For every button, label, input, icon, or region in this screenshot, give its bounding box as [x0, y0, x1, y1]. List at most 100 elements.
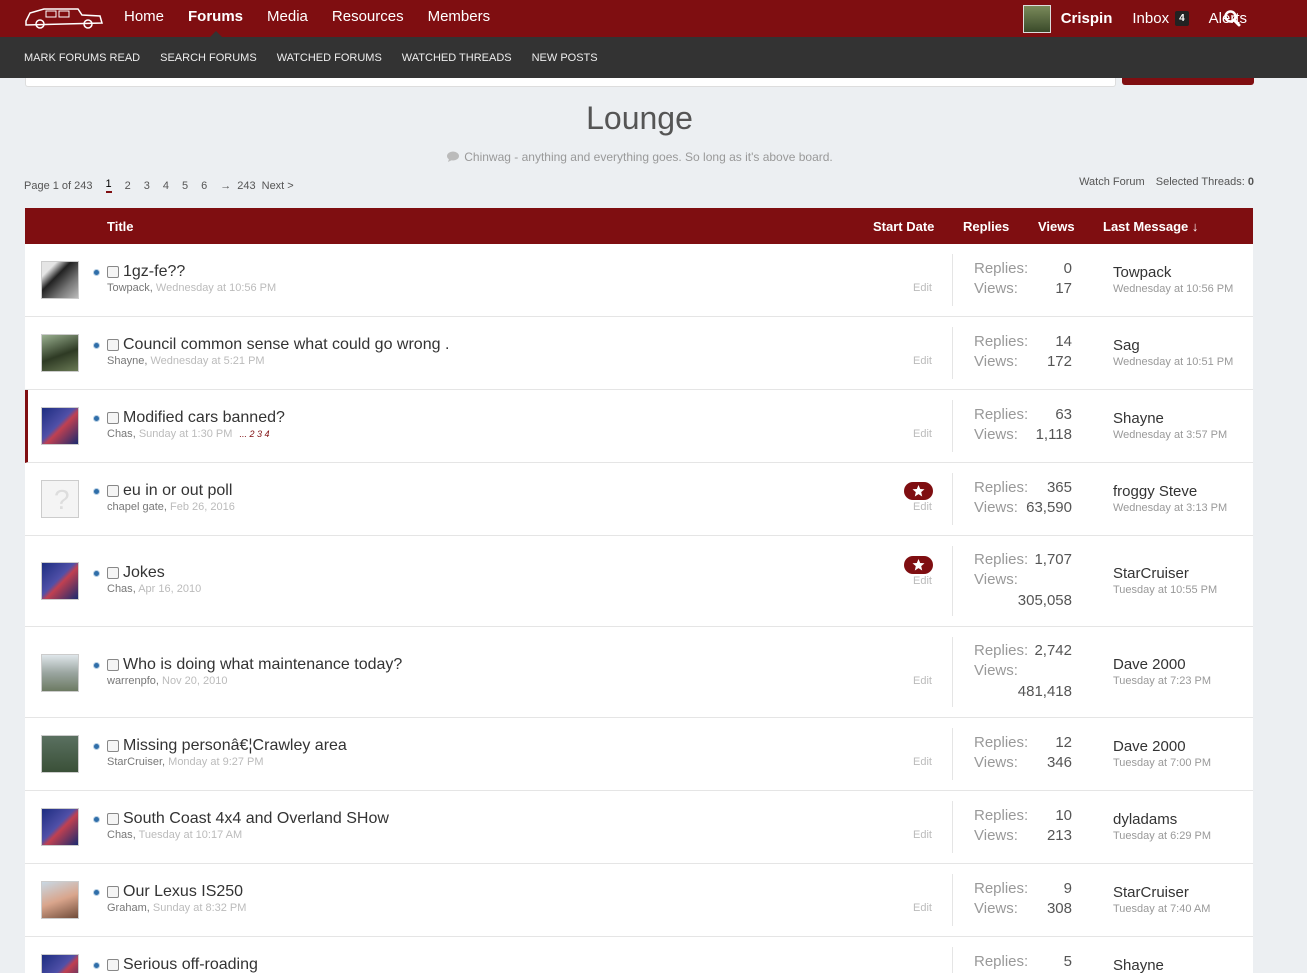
thread-author[interactable]: Shayne — [107, 355, 144, 367]
thread-author[interactable]: chapel gate — [107, 501, 164, 513]
last-post-date[interactable]: Wednesday at 10:56 PM — [1113, 283, 1233, 295]
inbox-link[interactable]: Inbox — [1132, 10, 1169, 27]
thread-checkbox[interactable] — [107, 813, 119, 825]
thread-author[interactable]: Towpack — [107, 282, 150, 294]
last-post-date[interactable]: Tuesday at 7:23 PM — [1113, 675, 1211, 687]
thread-title[interactable]: eu in or out poll — [123, 482, 232, 500]
nav-media[interactable]: Media — [255, 0, 320, 37]
thread-checkbox[interactable] — [107, 740, 119, 752]
avatar[interactable] — [41, 562, 79, 600]
thread-title[interactable]: South Coast 4x4 and Overland SHow — [123, 810, 389, 828]
thread-author[interactable]: StarCruiser — [107, 756, 162, 768]
page-skip-arrow[interactable]: → — [220, 180, 231, 192]
last-poster[interactable]: Shayne — [1113, 957, 1164, 973]
avatar[interactable] — [41, 334, 79, 372]
thread-author[interactable]: Chas — [107, 428, 133, 440]
edit-link[interactable]: Edit — [913, 282, 932, 294]
edit-link[interactable]: Edit — [913, 902, 932, 914]
selected-threads-label[interactable]: Selected Threads: 0 — [1156, 176, 1254, 188]
last-post-date[interactable]: Tuesday at 7:40 AM — [1113, 903, 1210, 915]
last-post-date[interactable]: Wednesday at 3:13 PM — [1113, 502, 1227, 514]
thread-author[interactable]: Chas — [107, 829, 133, 841]
last-post-date[interactable]: Wednesday at 10:51 PM — [1113, 356, 1233, 368]
thread-checkbox[interactable] — [107, 266, 119, 278]
search-forums-link[interactable]: SEARCH FORUMS — [160, 37, 257, 78]
nav-home[interactable]: Home — [112, 0, 176, 37]
avatar[interactable] — [41, 808, 79, 846]
page-link[interactable]: 2 — [125, 180, 131, 192]
watched-forums-link[interactable]: WATCHED FORUMS — [277, 37, 382, 78]
thread-title[interactable]: Council common sense what could go wrong… — [123, 336, 449, 354]
avatar[interactable] — [41, 407, 79, 445]
page-link[interactable]: 3 — [144, 180, 150, 192]
col-replies[interactable]: Replies — [963, 219, 1009, 234]
thread-checkbox[interactable] — [107, 412, 119, 424]
thread-title[interactable]: Serious off-roading — [123, 956, 258, 973]
new-posts-link[interactable]: NEW POSTS — [532, 37, 598, 78]
thread-title[interactable]: Modified cars banned? — [123, 409, 285, 427]
page-link[interactable]: 5 — [182, 180, 188, 192]
last-post-date[interactable]: Tuesday at 6:29 PM — [1113, 830, 1211, 842]
thread-title[interactable]: Missing personâ€¦Crawley area — [123, 737, 347, 755]
avatar[interactable] — [41, 954, 79, 973]
watched-threads-link[interactable]: WATCHED THREADS — [402, 37, 512, 78]
thread-title[interactable]: Our Lexus IS250 — [123, 883, 243, 901]
page-link-last[interactable]: 243 — [237, 180, 255, 192]
post-thread-button-edge[interactable] — [1122, 78, 1254, 85]
last-poster[interactable]: Dave 2000 — [1113, 656, 1186, 673]
nav-resources[interactable]: Resources — [320, 0, 416, 37]
avatar[interactable] — [41, 735, 79, 773]
col-last-message[interactable]: Last Message ↓ — [1103, 219, 1198, 234]
next-page-link[interactable]: Next > — [262, 180, 294, 192]
last-poster[interactable]: Shayne — [1113, 410, 1164, 427]
avatar[interactable]: ? — [41, 480, 79, 518]
thread-page-links[interactable]: ... 2 3 4 — [239, 429, 269, 439]
thread-author[interactable]: Graham — [107, 902, 147, 914]
avatar[interactable] — [41, 261, 79, 299]
last-poster[interactable]: Towpack — [1113, 264, 1171, 281]
last-post-date[interactable]: Tuesday at 10:55 PM — [1113, 584, 1217, 596]
thread-checkbox[interactable] — [107, 339, 119, 351]
mark-forums-read-link[interactable]: MARK FORUMS READ — [24, 37, 140, 78]
search-icon[interactable] — [1223, 9, 1241, 27]
col-views[interactable]: Views — [1038, 219, 1075, 234]
last-post-date[interactable]: Wednesday at 3:57 PM — [1113, 429, 1227, 441]
last-poster[interactable]: StarCruiser — [1113, 565, 1189, 582]
last-poster[interactable]: froggy Steve — [1113, 483, 1197, 500]
thread-checkbox[interactable] — [107, 485, 119, 497]
last-poster[interactable]: Dave 2000 — [1113, 738, 1186, 755]
nav-forums[interactable]: Forums — [176, 0, 255, 37]
site-logo[interactable] — [24, 3, 104, 31]
page-link[interactable]: 6 — [201, 180, 207, 192]
thread-checkbox[interactable] — [107, 959, 119, 971]
thread-title[interactable]: 1gz-fe?? — [123, 263, 185, 281]
last-poster[interactable]: dyladams — [1113, 811, 1177, 828]
thread-title[interactable]: Jokes — [123, 564, 165, 582]
user-avatar[interactable] — [1022, 4, 1051, 33]
col-title[interactable]: Title — [107, 219, 134, 234]
page-link-current[interactable]: 1 — [105, 178, 112, 193]
edit-link[interactable]: Edit — [913, 829, 932, 841]
thread-title[interactable]: Who is doing what maintenance today? — [123, 656, 402, 674]
edit-link[interactable]: Edit — [913, 355, 932, 367]
nav-members[interactable]: Members — [416, 0, 503, 37]
thread-author[interactable]: warrenpfo — [107, 675, 156, 687]
edit-link[interactable]: Edit — [913, 575, 932, 587]
last-poster[interactable]: Sag — [1113, 337, 1140, 354]
edit-link[interactable]: Edit — [913, 501, 932, 513]
last-poster[interactable]: StarCruiser — [1113, 884, 1189, 901]
thread-checkbox[interactable] — [107, 567, 119, 579]
col-start-date[interactable]: Start Date — [873, 219, 934, 234]
thread-author[interactable]: Chas — [107, 583, 133, 595]
username-link[interactable]: Crispin — [1061, 10, 1113, 27]
edit-link[interactable]: Edit — [913, 756, 932, 768]
edit-link[interactable]: Edit — [913, 675, 932, 687]
thread-checkbox[interactable] — [107, 659, 119, 671]
avatar[interactable] — [41, 881, 79, 919]
avatar[interactable] — [41, 654, 79, 692]
last-post-date[interactable]: Tuesday at 7:00 PM — [1113, 757, 1211, 769]
watch-forum-link[interactable]: Watch Forum — [1079, 176, 1145, 188]
edit-link[interactable]: Edit — [913, 428, 932, 440]
page-link[interactable]: 4 — [163, 180, 169, 192]
thread-checkbox[interactable] — [107, 886, 119, 898]
